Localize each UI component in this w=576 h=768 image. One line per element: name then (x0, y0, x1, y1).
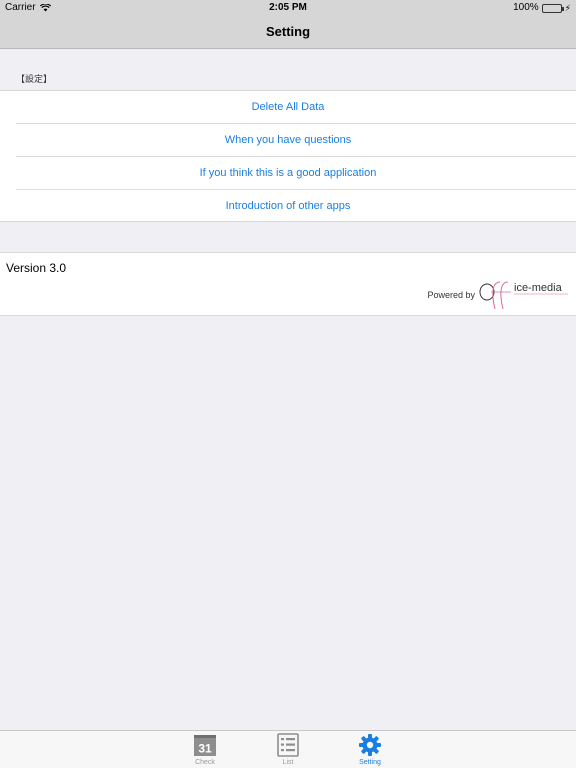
page-title: Setting (265, 24, 311, 39)
battery-percent: 100% (513, 2, 539, 13)
powered-by-label: Powered by (427, 290, 475, 300)
calendar-day-number: 31 (198, 742, 212, 756)
settings-list: Delete All Data When you have questions … (0, 90, 576, 222)
questions-button[interactable]: When you have questions (16, 124, 576, 157)
battery-tip (561, 6, 564, 11)
settings-row-label: If you think this is a good application (199, 167, 377, 179)
list-icon (277, 733, 299, 757)
tab-check[interactable]: 31 Check (185, 733, 225, 767)
status-bar: Carrier 2:05 PM 100% ⚡ (0, 0, 576, 16)
svg-text:ice-media: ice-media (514, 282, 563, 294)
navigation-bar: Setting (0, 16, 576, 49)
rate-app-button[interactable]: If you think this is a good application (16, 157, 576, 190)
version-label: Version 3.0 (6, 261, 67, 275)
other-apps-button[interactable]: Introduction of other apps (16, 190, 576, 223)
office-media-logo: ice-media (479, 281, 568, 310)
settings-row-label: Introduction of other apps (225, 200, 351, 212)
battery-icon (541, 3, 564, 13)
tab-label: Setting (359, 759, 381, 766)
section-header: 【設定】 (16, 74, 53, 84)
settings-row-label: When you have questions (224, 134, 352, 146)
delete-all-data-button[interactable]: Delete All Data (16, 91, 576, 124)
tab-list[interactable]: List (268, 733, 308, 767)
charging-bolt-icon: ⚡ (564, 3, 571, 13)
tab-bar: 31 Check List Setting (0, 730, 576, 768)
version-panel: Version 3.0 Powered by ice-media (0, 252, 576, 316)
calendar-31-icon: 31 (194, 735, 216, 756)
settings-row-label: Delete All Data (251, 101, 325, 113)
gear-icon (359, 734, 381, 756)
tab-setting[interactable]: Setting (350, 733, 390, 767)
tab-label: Check (195, 759, 215, 766)
status-right: 100% ⚡ (513, 0, 571, 16)
status-time: 2:05 PM (269, 2, 307, 13)
powered-by: Powered by ice-media (427, 279, 570, 311)
tab-label: List (282, 759, 294, 766)
